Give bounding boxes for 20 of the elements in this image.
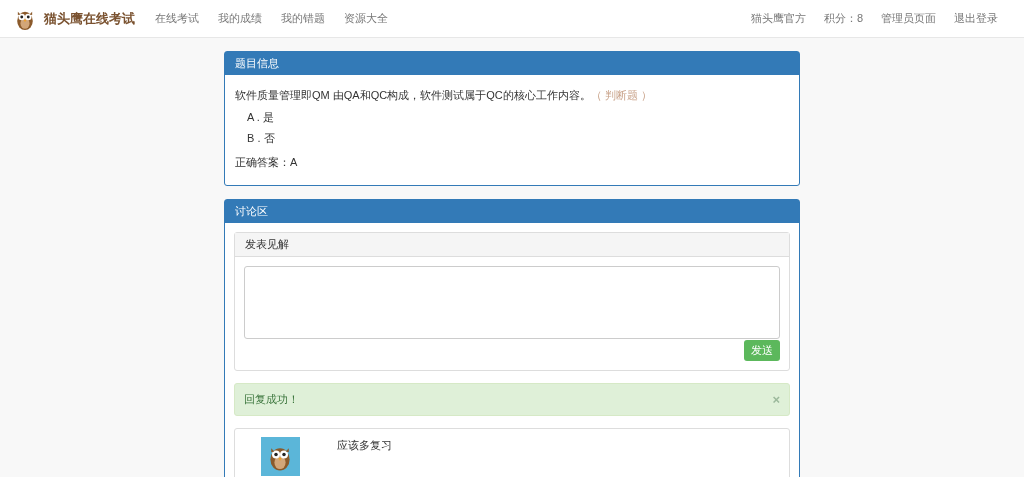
panel-title: 讨论区 bbox=[225, 200, 799, 223]
nav-link[interactable]: 我的错题 bbox=[281, 10, 325, 27]
comment-text: 应该多复习 bbox=[337, 438, 392, 453]
option-text: B . 否 bbox=[246, 131, 276, 146]
alert-message: 回复成功！ bbox=[244, 392, 299, 408]
nav-link[interactable]: 积分：8 bbox=[823, 10, 863, 27]
option-text: A . 是 bbox=[246, 109, 275, 125]
question-text: 软件质量管理即QM 由QA和QC构成，软件测试属于QC的核心工作内容。（ 判断题 ） bbox=[235, 88, 653, 103]
nav-link[interactable]: 管理员页面 bbox=[881, 10, 936, 27]
nav-link[interactable]: 资源大全 bbox=[344, 10, 388, 27]
comment-input[interactable] bbox=[244, 266, 780, 339]
send-button[interactable]: 发送 bbox=[744, 340, 780, 361]
correct-answer: 正确答案：A bbox=[235, 154, 299, 170]
panel-title: 题目信息 bbox=[225, 52, 799, 75]
nav-link[interactable]: 退出登录 bbox=[954, 10, 998, 27]
nav-link[interactable]: 猫头鹰官方 bbox=[750, 10, 806, 27]
nav-link[interactable]: 在线考试 bbox=[155, 10, 199, 27]
nav-link[interactable]: 我的成绩 bbox=[218, 10, 262, 27]
brand-title[interactable]: 猫头鹰在线考试 bbox=[44, 8, 135, 29]
composer-header: 发表见解 bbox=[235, 233, 789, 257]
